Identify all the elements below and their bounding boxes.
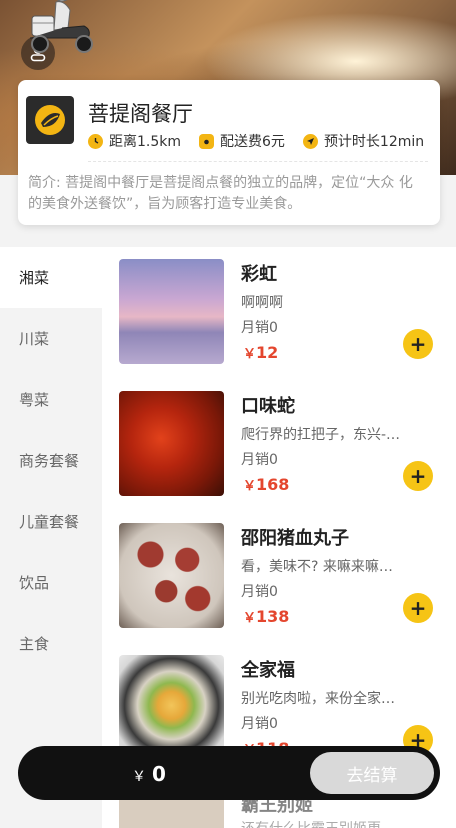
shop-logo-icon [26, 96, 74, 144]
dish-price: ￥138 [243, 607, 289, 626]
dish-name: 口味蛇 [241, 396, 295, 417]
dish-description: 爬行界的扛把子，东兴-… [241, 427, 401, 443]
shop-name: 菩提阁餐厅 [88, 102, 193, 126]
shop-intro: 简介: 菩提阁中餐厅是菩提阁点餐的独立的品牌，定位“大众 化的美食外送餐饮”，旨… [28, 175, 413, 212]
distance-text: 距离1.5km [109, 134, 182, 150]
category-label: 商务套餐 [19, 452, 80, 470]
category-sidebar: 湘菜 川菜 粤菜 商务套餐 儿童套餐 饮品 主食 [0, 247, 102, 828]
location-icon [88, 133, 103, 149]
category-yue[interactable]: 粤菜 [0, 369, 102, 430]
dish-image-hotpot [119, 655, 224, 760]
dish-item[interactable]: 邵阳猪血丸子 看，美味不? 来嘛来嘛… 月销0 ￥138 + [102, 511, 456, 643]
delivery-fee-info: 配送费6元 [199, 131, 285, 151]
add-to-cart-button[interactable]: + [403, 329, 433, 359]
dish-description: 啊啊啊 [241, 295, 283, 311]
dish-sales: 月销0 [241, 452, 278, 468]
category-label: 川菜 [19, 330, 50, 348]
cart-amount: 0 [152, 762, 166, 786]
checkout-button[interactable]: 去结算 [310, 752, 434, 794]
shop-info-card: 菩提阁餐厅 距离1.5km 配送费6元 预计时长12min 简介: 菩提阁中餐厅… [18, 80, 440, 225]
dish-sales: 月销0 [241, 584, 278, 600]
category-label: 儿童套餐 [19, 513, 80, 531]
dish-name: 全家福 [241, 660, 295, 681]
money-bag-icon [199, 133, 215, 149]
dish-list: 彩虹 啊啊啊 月销0 ￥12 + 口味蛇 爬行界的扛把子，东兴-… 月销0 ￥1… [102, 247, 456, 828]
price-value: 168 [256, 475, 290, 494]
dish-item[interactable]: 口味蛇 爬行界的扛把子，东兴-… 月销0 ￥168 + [102, 379, 456, 511]
currency-symbol: ￥ [243, 611, 257, 626]
delivery-fee-text: 配送费6元 [220, 134, 285, 150]
dish-description: 看，美味不? 来嘛来嘛… [241, 559, 393, 575]
category-label: 主食 [19, 635, 50, 653]
plus-icon: + [409, 596, 427, 620]
dish-name: 彩虹 [241, 264, 277, 285]
dish-name: 邵阳猪血丸子 [241, 528, 349, 549]
dish-sales: 月销0 [241, 716, 278, 732]
category-business-set[interactable]: 商务套餐 [0, 430, 102, 491]
eta-text: 预计时长12min [323, 134, 425, 150]
dish-image-sunset [119, 259, 224, 364]
category-label: 湘菜 [19, 269, 50, 287]
dish-sales: 月销0 [241, 320, 278, 336]
distance-info: 距离1.5km [88, 131, 181, 151]
category-label: 饮品 [19, 574, 50, 592]
dish-description: 别光吃肉啦，来份全家… [241, 691, 395, 707]
dish-item[interactable]: 彩虹 啊啊啊 月销0 ￥12 + [102, 247, 456, 379]
dish-image-sausage [119, 523, 224, 628]
category-chuan[interactable]: 川菜 [0, 308, 102, 369]
currency-symbol: ￥ [243, 479, 257, 494]
add-to-cart-button[interactable]: + [403, 593, 433, 623]
category-drinks[interactable]: 饮品 [0, 552, 102, 613]
eta-info: 预计时长12min [302, 131, 425, 151]
category-staple[interactable]: 主食 [0, 613, 102, 674]
category-label: 粤菜 [19, 391, 50, 409]
price-value: 12 [256, 343, 279, 362]
price-value: 138 [256, 607, 290, 626]
category-kids-set[interactable]: 儿童套餐 [0, 491, 102, 552]
navigation-arrow-icon [302, 133, 318, 149]
card-divider [88, 161, 428, 162]
add-to-cart-button[interactable]: + [403, 461, 433, 491]
dish-price: ￥12 [243, 343, 278, 362]
category-xiang[interactable]: 湘菜 [0, 247, 102, 308]
currency-symbol: ￥ [243, 347, 257, 362]
delivery-rider-icon[interactable] [18, 0, 100, 54]
dish-item-partial[interactable]: 霸王别姬 还有什么比霸王别姬更 [102, 795, 456, 828]
dish-price: ￥168 [243, 475, 289, 494]
plus-icon: + [409, 332, 427, 356]
plus-icon: + [409, 464, 427, 488]
currency-symbol: ￥ [132, 769, 146, 785]
cart-total: ￥ 0 [132, 762, 166, 786]
shop-meta: 距离1.5km 配送费6元 预计时长12min [88, 131, 424, 151]
cart-bar[interactable]: ￥ 0 去结算 [18, 746, 440, 800]
dish-image-crayfish [119, 391, 224, 496]
dish-description: 还有什么比霸王别姬更 [241, 818, 381, 828]
